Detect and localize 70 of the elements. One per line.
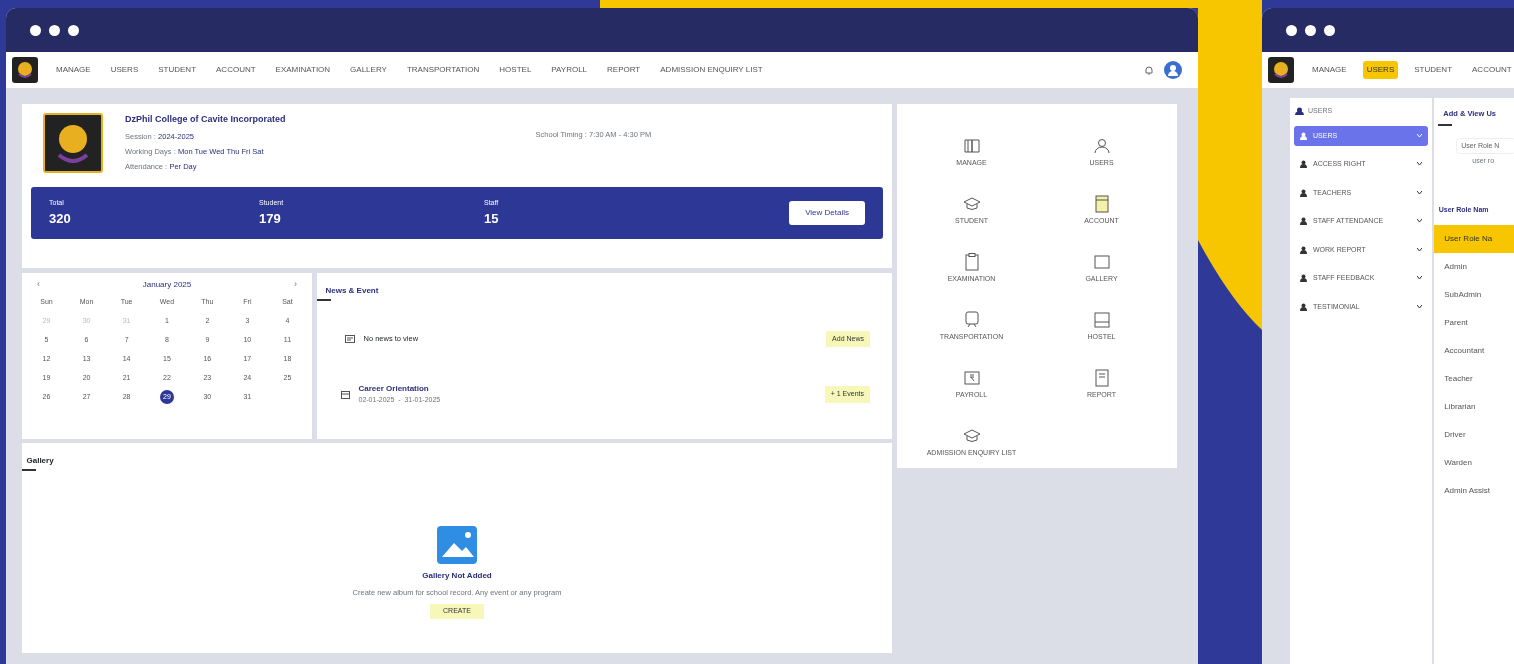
person-icon	[1300, 302, 1307, 311]
avatar-icon[interactable]	[1164, 61, 1182, 79]
empty-title: Gallery Not Added	[422, 570, 492, 583]
person-icon	[1300, 131, 1307, 140]
image-icon	[436, 525, 478, 566]
nav-tab[interactable]: MANAGE	[1308, 61, 1351, 79]
stat-value: 320	[49, 209, 72, 228]
module-icon	[962, 137, 981, 156]
nav-tab[interactable]: GALLERY	[346, 61, 391, 79]
module-icon	[1092, 369, 1111, 388]
nav-tab[interactable]: MANAGE	[52, 61, 95, 79]
bell-icon[interactable]	[1143, 64, 1155, 76]
school-name: DzPhil College of Cavite Incorporated	[125, 113, 286, 126]
nav-tab[interactable]: ADMISSION ENQUIRY LIST	[656, 61, 767, 79]
module-icon	[1092, 137, 1111, 156]
person-icon	[1300, 245, 1307, 254]
nav-tab[interactable]: HOSTEL	[495, 61, 536, 79]
module-icon	[962, 369, 981, 388]
chevron-icon	[1417, 219, 1422, 224]
nav-tab[interactable]: USERS	[1362, 61, 1399, 79]
chevron-icon	[1417, 304, 1422, 309]
table-cell-text: Admin	[1443, 261, 1468, 274]
module-icon	[962, 253, 981, 272]
table-cell-text: Warden	[1443, 457, 1473, 470]
window-dot	[1305, 24, 1316, 36]
news-icon	[344, 335, 355, 343]
nav-tab[interactable]: USERS	[106, 61, 143, 79]
nav-tab[interactable]: TRANSPORTATION	[402, 61, 484, 79]
person-icon	[1300, 274, 1307, 283]
window-dot	[1324, 24, 1335, 36]
nav-tab[interactable]: PAYROLL	[547, 61, 592, 79]
event-title: Career Orientation	[358, 383, 430, 396]
module-icon	[1092, 195, 1111, 214]
person-icon	[1300, 217, 1307, 226]
panel-title: Gallery	[25, 455, 55, 467]
chevron-icon	[1417, 247, 1422, 252]
calendar-icon	[340, 390, 350, 399]
person-icon	[1300, 188, 1307, 197]
users-icon	[1294, 107, 1304, 116]
stat-value: 15	[484, 209, 500, 228]
table-cell-text: Parent	[1443, 317, 1469, 330]
chevron-icon	[1417, 190, 1422, 195]
nav-tab[interactable]: STUDENT	[1410, 61, 1456, 79]
window-dot	[49, 24, 60, 36]
stat-value: 179	[259, 209, 282, 228]
person-icon	[1300, 160, 1307, 169]
nav-tab[interactable]: ACCOUNT	[1468, 61, 1514, 79]
table-header: User Role Na	[1434, 225, 1514, 254]
nav-tab[interactable]: ACCOUNT	[212, 61, 260, 79]
chevron-icon	[1417, 162, 1422, 167]
table-cell-text: Teacher	[1443, 373, 1474, 386]
window-dot	[1286, 24, 1297, 36]
nav-tab[interactable]: REPORT	[603, 61, 645, 79]
module-icon	[1092, 253, 1111, 272]
module-icon	[962, 311, 981, 330]
table-cell-text: Admin Assist	[1443, 485, 1492, 498]
chevron-icon	[1417, 276, 1422, 281]
month-title: January 2025	[142, 278, 192, 291]
module-icon	[1092, 311, 1111, 330]
window-dot	[30, 24, 41, 36]
nav-tab[interactable]: STUDENT	[154, 61, 200, 79]
table-cell-text: Librarian	[1443, 401, 1477, 414]
table-cell-text: Driver	[1443, 429, 1467, 442]
view-details-button[interactable]: View Details	[789, 201, 865, 225]
table-cell-text: Accountant	[1443, 345, 1486, 358]
table-cell-text: SubAdmin	[1443, 289, 1483, 302]
chevron-icon	[1417, 133, 1422, 138]
window-dot	[68, 24, 79, 36]
panel-title: News & Event	[324, 284, 380, 297]
nav-tab[interactable]: EXAMINATION	[271, 61, 335, 79]
